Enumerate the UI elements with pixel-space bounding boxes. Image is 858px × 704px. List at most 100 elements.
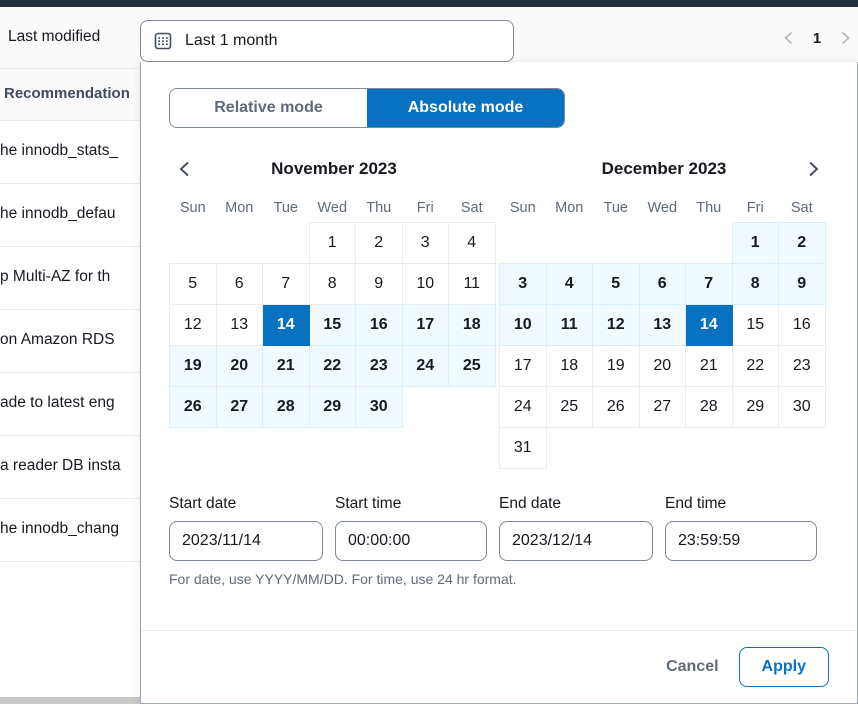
calendar-day[interactable]: 6 [216, 263, 263, 304]
calendar-title-right: December 2023 [531, 159, 797, 179]
calendar-day[interactable]: 3 [402, 222, 449, 263]
calendar-day[interactable]: 10 [402, 263, 449, 304]
calendar-day[interactable]: 19 [170, 345, 217, 386]
calendar-day[interactable]: 25 [546, 386, 593, 427]
calendar-day[interactable]: 4 [449, 222, 496, 263]
calendar-day[interactable]: 15 [732, 304, 779, 345]
calendar-day[interactable]: 1 [309, 222, 356, 263]
calendar-day[interactable]: 24 [402, 345, 449, 386]
calendar-day-selected[interactable]: 14 [686, 304, 733, 345]
cancel-button[interactable]: Cancel [660, 648, 724, 686]
calendar-day[interactable]: 4 [546, 263, 593, 304]
calendar-day[interactable]: 26 [593, 386, 640, 427]
calendar-empty-cell [402, 386, 449, 427]
calendar-day[interactable]: 18 [449, 304, 496, 345]
weekday-header: Sun [170, 194, 217, 222]
calendar-day[interactable]: 15 [309, 304, 356, 345]
calendar-day[interactable]: 17 [402, 304, 449, 345]
calendar-grid-right: SunMonTueWedThuFriSat 123456789101112131… [499, 194, 826, 469]
calendar-day[interactable]: 22 [732, 345, 779, 386]
end-date-input[interactable] [499, 521, 653, 561]
calendar-day[interactable]: 20 [216, 345, 263, 386]
date-range-trigger[interactable]: Last 1 month [140, 20, 514, 62]
calendar-day[interactable]: 5 [593, 263, 640, 304]
calendar-day[interactable]: 5 [170, 263, 217, 304]
calendar-day[interactable]: 27 [639, 386, 686, 427]
calendar-day[interactable]: 21 [686, 345, 733, 386]
calendar-day[interactable]: 10 [500, 304, 547, 345]
calendar-day[interactable]: 29 [309, 386, 356, 427]
calendar-day[interactable]: 16 [356, 304, 403, 345]
calendar-day[interactable]: 20 [639, 345, 686, 386]
calendar-day[interactable]: 17 [500, 345, 547, 386]
end-time-input[interactable] [665, 521, 817, 561]
previous-month-button[interactable] [169, 153, 201, 185]
apply-button[interactable]: Apply [739, 647, 829, 687]
pagination-current-page[interactable]: 1 [812, 30, 822, 47]
calendar-day[interactable]: 11 [449, 263, 496, 304]
calendar-day[interactable]: 27 [216, 386, 263, 427]
calendar-empty-cell [449, 386, 496, 427]
pagination: 1 [780, 25, 854, 51]
calendar-empty-cell [216, 222, 263, 263]
calendar-empty-cell [546, 427, 593, 468]
weekday-header: Thu [356, 194, 403, 222]
calendar-day[interactable]: 12 [593, 304, 640, 345]
calendar-week-row: 17181920212223 [500, 345, 826, 386]
start-time-input[interactable] [335, 521, 487, 561]
calendar-day[interactable]: 8 [309, 263, 356, 304]
calendar-day[interactable]: 16 [779, 304, 826, 345]
calendar-title-left: November 2023 [201, 159, 467, 179]
weekday-header: Wed [639, 194, 686, 222]
calendar-day[interactable]: 7 [263, 263, 310, 304]
calendar-day[interactable]: 2 [356, 222, 403, 263]
calendar-empty-cell [546, 222, 593, 263]
screen: Last modified 1 [0, 0, 858, 704]
chevron-left-icon [175, 159, 195, 179]
calendar-day[interactable]: 28 [686, 386, 733, 427]
format-constraint-text: For date, use YYYY/MM/DD. For time, use … [169, 571, 829, 587]
calendar-day[interactable]: 13 [639, 304, 686, 345]
calendar-day[interactable]: 19 [593, 345, 640, 386]
calendar-day[interactable]: 22 [309, 345, 356, 386]
calendar-day[interactable]: 23 [356, 345, 403, 386]
calendar-day[interactable]: 11 [546, 304, 593, 345]
next-month-button[interactable] [797, 153, 829, 185]
date-time-fields: Start date Start time End date End time [169, 495, 829, 561]
calendar-day[interactable]: 29 [732, 386, 779, 427]
calendar-day[interactable]: 6 [639, 263, 686, 304]
absolute-mode-button[interactable]: Absolute mode [367, 89, 564, 127]
column-header-recommendation[interactable]: Recommendation [4, 85, 130, 102]
calendar-day[interactable]: 12 [170, 304, 217, 345]
calendar-day[interactable]: 30 [356, 386, 403, 427]
calendar-day[interactable]: 25 [449, 345, 496, 386]
calendar-day[interactable]: 3 [500, 263, 547, 304]
start-date-input[interactable] [169, 521, 323, 561]
calendar-day[interactable]: 18 [546, 345, 593, 386]
pagination-prev-button[interactable] [780, 25, 798, 51]
calendar-day[interactable]: 9 [779, 263, 826, 304]
calendar-day[interactable]: 31 [500, 427, 547, 468]
start-date-label: Start date [169, 495, 323, 513]
chevron-right-icon [837, 30, 853, 46]
weekday-header: Thu [686, 194, 733, 222]
weekday-header: Tue [593, 194, 640, 222]
calendar-day[interactable]: 24 [500, 386, 547, 427]
calendar-day[interactable]: 9 [356, 263, 403, 304]
calendar-day-selected[interactable]: 14 [263, 304, 310, 345]
calendar-day[interactable]: 21 [263, 345, 310, 386]
calendar-day[interactable]: 23 [779, 345, 826, 386]
calendar-day[interactable]: 26 [170, 386, 217, 427]
calendar-grid-left: SunMonTueWedThuFriSat 123456789101112131… [169, 194, 496, 428]
calendar-day[interactable]: 28 [263, 386, 310, 427]
calendar-day[interactable]: 2 [779, 222, 826, 263]
weekday-header: Sat [779, 194, 826, 222]
calendar-day[interactable]: 30 [779, 386, 826, 427]
calendar-day[interactable]: 8 [732, 263, 779, 304]
pagination-next-button[interactable] [836, 25, 854, 51]
relative-mode-button[interactable]: Relative mode [170, 89, 367, 127]
calendar-day[interactable]: 1 [732, 222, 779, 263]
calendar-day[interactable]: 7 [686, 263, 733, 304]
calendar-day[interactable]: 13 [216, 304, 263, 345]
recommendation-text: a reader DB insta [0, 457, 121, 475]
